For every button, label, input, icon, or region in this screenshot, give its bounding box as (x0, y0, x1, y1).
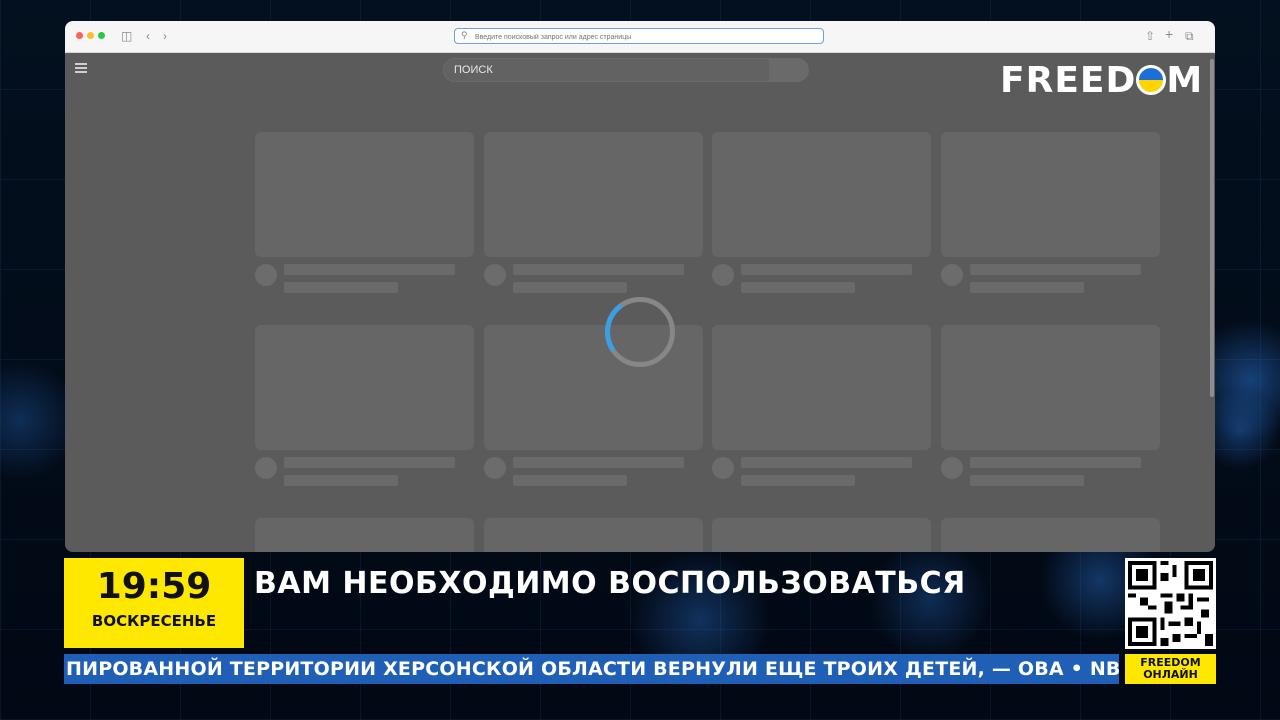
headline: ВАМ НЕОБХОДИМО ВОСПОЛЬЗОВАТЬСЯ (254, 566, 966, 601)
search-label: ПОИСК (454, 64, 493, 76)
page-content: ПОИСК FREED M (65, 53, 1215, 552)
logo-flag-icon (1136, 65, 1167, 95)
skeleton-title (741, 457, 912, 468)
skeleton-avatar (941, 264, 963, 286)
maximize-window-button[interactable] (98, 32, 105, 39)
plus-icon[interactable]: + (1165, 27, 1173, 41)
skeleton-title (513, 457, 684, 468)
skeleton-title (284, 457, 455, 468)
skeleton-avatar (255, 264, 277, 286)
skeleton-avatar (484, 264, 506, 286)
skeleton-thumbnail (484, 518, 703, 552)
skeleton-title (513, 264, 684, 275)
logo-text-start: FREED (1000, 60, 1137, 101)
address-bar[interactable]: ⚲ (454, 28, 824, 44)
skeleton-thumbnail (255, 518, 474, 552)
badge-line-2: ОНЛАЙН (1143, 668, 1198, 681)
share-icon[interactable]: ⇧ (1145, 29, 1155, 43)
skeleton-title (970, 264, 1141, 275)
skeleton-thumbnail (941, 325, 1160, 450)
minimize-window-button[interactable] (87, 32, 94, 39)
clock-day: ВОСКРЕСЕНЬЕ (91, 612, 217, 630)
news-ticker: ПИРОВАННОЙ ТЕРРИТОРИИ ХЕРСОНСКОЙ ОБЛАСТИ… (64, 654, 1119, 684)
skeleton-thumbnail (941, 518, 1160, 552)
qr-code (1125, 558, 1216, 649)
chevron-right-icon[interactable]: › (163, 29, 167, 43)
address-input[interactable] (473, 30, 817, 44)
skeleton-subtitle (741, 282, 855, 293)
skeleton-thumbnail (941, 132, 1160, 257)
skeleton-title (970, 457, 1141, 468)
clock-panel: 19:59 ВОСКРЕСЕНЬЕ (64, 558, 244, 648)
skeleton-thumbnail (712, 518, 931, 552)
skeleton-avatar (941, 457, 963, 479)
skeleton-title (284, 264, 455, 275)
skeleton-subtitle (970, 475, 1084, 486)
skeleton-subtitle (284, 475, 398, 486)
skeleton-title (741, 264, 912, 275)
skeleton-avatar (712, 264, 734, 286)
freedom-logo: FREED M (1000, 61, 1203, 101)
skeleton-avatar (484, 457, 506, 479)
chevron-left-icon[interactable]: ‹ (146, 29, 150, 43)
skeleton-subtitle (741, 475, 855, 486)
tabs-icon[interactable]: ⧉ (1185, 29, 1194, 43)
skeleton-thumbnail (712, 132, 931, 257)
skeleton-subtitle (513, 475, 627, 486)
search-input[interactable]: ПОИСК (443, 58, 770, 82)
skeleton-subtitle (970, 282, 1084, 293)
logo-text-end: M (1166, 60, 1204, 101)
skeleton-avatar (255, 457, 277, 479)
search-icon: ⚲ (461, 30, 468, 40)
skeleton-thumbnail (255, 132, 474, 257)
scrollbar[interactable] (1210, 59, 1214, 397)
browser-window: ◫ ‹ › ⚲ ⇧ + ⧉ ПОИСК FREED M (65, 21, 1215, 552)
freedom-online-badge: FREEDOM ОНЛАЙН (1125, 654, 1216, 684)
skeleton-thumbnail (712, 325, 931, 450)
skeleton-avatar (712, 457, 734, 479)
browser-toolbar: ◫ ‹ › ⚲ ⇧ + ⧉ (65, 21, 1215, 53)
clock-time: 19:59 (96, 566, 212, 607)
hamburger-icon[interactable] (75, 63, 87, 73)
ticker-text: ПИРОВАННОЙ ТЕРРИТОРИИ ХЕРСОНСКОЙ ОБЛАСТИ… (66, 658, 1119, 680)
skeleton-thumbnail (255, 325, 474, 450)
search-button[interactable] (770, 58, 809, 82)
skeleton-subtitle (513, 282, 627, 293)
close-window-button[interactable] (76, 32, 83, 39)
sidebar-icon[interactable]: ◫ (121, 29, 132, 43)
skeleton-thumbnail (484, 132, 703, 257)
skeleton-subtitle (284, 282, 398, 293)
